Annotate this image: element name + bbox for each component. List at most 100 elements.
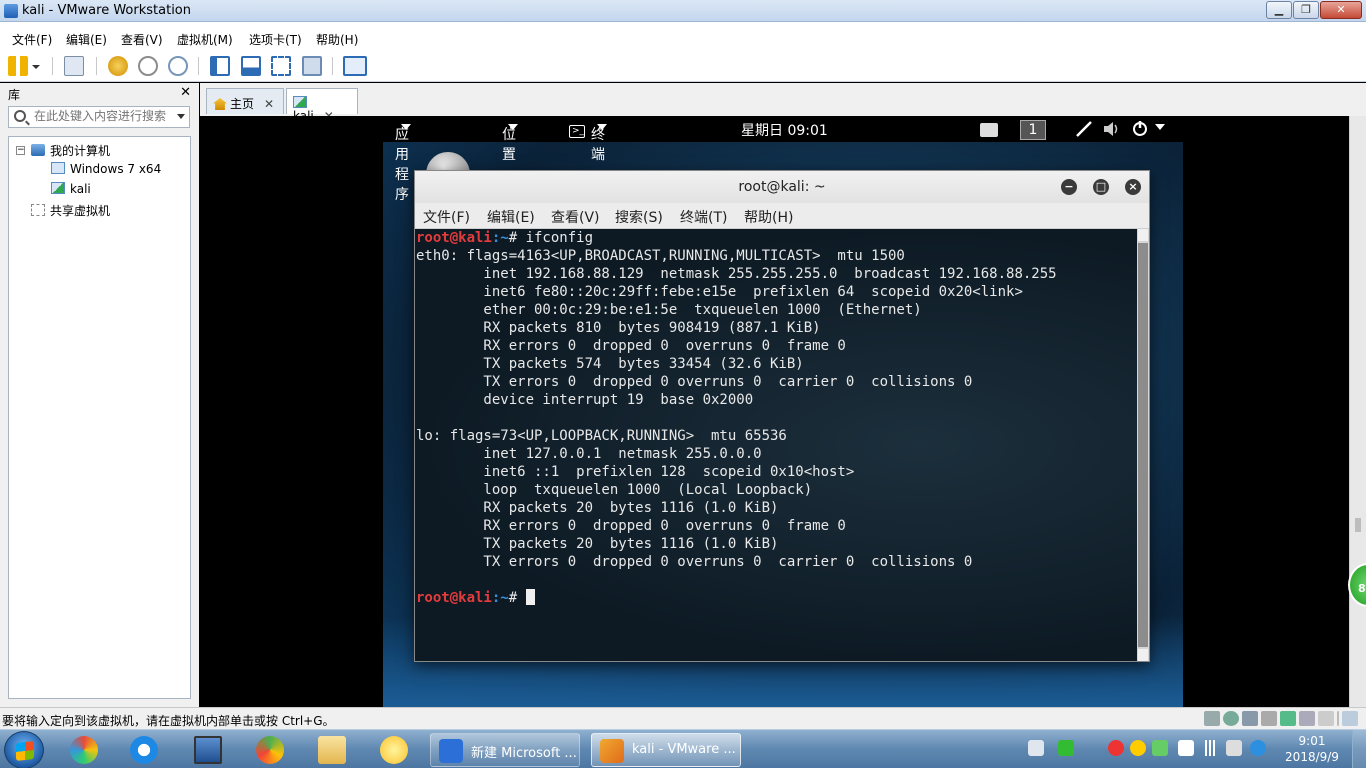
maximize-button[interactable]: ❐ bbox=[1293, 1, 1319, 19]
pause-icon[interactable] bbox=[8, 56, 28, 76]
search-dropdown-icon[interactable] bbox=[177, 114, 185, 119]
printer-icon[interactable] bbox=[1261, 711, 1277, 726]
terminal-close-icon[interactable]: × bbox=[1125, 179, 1141, 195]
tray-plus-icon[interactable] bbox=[1130, 740, 1146, 756]
video-camera-icon[interactable] bbox=[980, 123, 998, 137]
library-search[interactable] bbox=[8, 106, 190, 128]
taskbar-clock[interactable]: 9:01 2018/9/9 bbox=[1282, 733, 1342, 765]
fullscreen-icon[interactable] bbox=[271, 56, 291, 76]
pinned-music[interactable] bbox=[368, 733, 420, 767]
terminal-menu-search[interactable]: 搜索(S) bbox=[615, 207, 663, 227]
security-icon[interactable] bbox=[1058, 740, 1074, 756]
tab-kali[interactable]: kali✕ bbox=[286, 88, 358, 123]
minimize-button[interactable]: ▁ bbox=[1266, 1, 1292, 19]
terminal-titlebar[interactable]: root@kali: ~ bbox=[415, 171, 1149, 203]
sound-icon[interactable] bbox=[1280, 711, 1296, 726]
task-vmware[interactable]: kali - VMware ... bbox=[591, 733, 741, 767]
command-text: ifconfig bbox=[525, 230, 594, 246]
vm-view-scrollbar[interactable] bbox=[1349, 116, 1366, 707]
hdd-icon[interactable] bbox=[1204, 711, 1220, 726]
terminal-menu-view[interactable]: 查看(V) bbox=[551, 207, 600, 227]
wps-icon bbox=[439, 739, 463, 763]
chevron-down-icon[interactable] bbox=[30, 56, 42, 76]
network-wired-icon[interactable] bbox=[1075, 121, 1093, 141]
unity-icon[interactable] bbox=[302, 56, 322, 76]
view-mode-icon[interactable] bbox=[343, 56, 367, 76]
usb-icon[interactable] bbox=[1299, 711, 1315, 726]
terminal-menu-file[interactable]: 文件(F) bbox=[423, 207, 470, 227]
pinned-explorer[interactable] bbox=[306, 733, 358, 767]
gnome-applications-menu[interactable]: 应用程序 bbox=[395, 120, 411, 203]
pinned-360-browser[interactable] bbox=[244, 733, 296, 767]
volume-muted-icon[interactable] bbox=[1226, 740, 1242, 756]
network-adapter-icon[interactable] bbox=[1242, 711, 1258, 726]
terminal-minimize-icon[interactable]: − bbox=[1061, 179, 1077, 195]
vm-icon bbox=[293, 96, 307, 108]
display-icon[interactable] bbox=[1318, 711, 1334, 726]
menu-help[interactable]: 帮助(H) bbox=[316, 31, 358, 48]
terminal-maximize-icon[interactable]: □ bbox=[1093, 179, 1109, 195]
tree-expander[interactable]: − bbox=[16, 146, 25, 155]
gnome-top-bar: 应用程序 位置 >_ 终端 星期日 09:01 1 bbox=[383, 116, 1183, 203]
scroll-down-icon[interactable] bbox=[1138, 649, 1148, 661]
terminal-menu-bar: 文件(F) 编辑(E) 查看(V) 搜索(S) 终端(T) 帮助(H) bbox=[415, 203, 1149, 229]
tree-shared-vms[interactable]: 共享虚拟机 bbox=[31, 202, 110, 219]
bluetooth-icon[interactable] bbox=[1250, 740, 1266, 756]
library-title: 库 bbox=[8, 88, 21, 102]
task-wps[interactable]: 新建 Microsoft ... bbox=[430, 733, 580, 767]
terminal-scrollbar[interactable] bbox=[1137, 229, 1149, 661]
system-tray bbox=[1022, 732, 1322, 766]
folder-icon bbox=[318, 736, 346, 764]
vmware-icon bbox=[600, 739, 624, 763]
tray-app-icon[interactable] bbox=[1108, 740, 1124, 756]
tree-my-computer[interactable]: 我的计算机 bbox=[31, 142, 110, 159]
message-log-icon[interactable] bbox=[1342, 711, 1358, 726]
tray-app-icon[interactable] bbox=[1152, 740, 1168, 756]
scroll-up-icon[interactable] bbox=[1138, 229, 1148, 241]
tray-device-icon[interactable] bbox=[1178, 740, 1194, 756]
menu-file[interactable]: 文件(F) bbox=[12, 31, 52, 48]
terminal-window[interactable]: root@kali: ~ − □ × 文件(F) 编辑(E) 查看(V) 搜索(… bbox=[414, 170, 1150, 662]
pinned-app-1[interactable] bbox=[58, 733, 110, 767]
terminal-menu-edit[interactable]: 编辑(E) bbox=[487, 207, 535, 227]
menu-view[interactable]: 查看(V) bbox=[121, 31, 163, 48]
keyboard-icon[interactable] bbox=[1028, 740, 1044, 756]
terminal-menu-terminal[interactable]: 终端(T) bbox=[680, 207, 727, 227]
windows-logo-icon bbox=[16, 741, 34, 761]
tree-item-kali[interactable]: kali bbox=[51, 182, 91, 196]
pinned-ie[interactable] bbox=[118, 733, 170, 767]
show-desktop-button[interactable] bbox=[1352, 730, 1366, 768]
console-view-icon[interactable] bbox=[241, 56, 261, 76]
system-menu-caret-icon[interactable] bbox=[1155, 120, 1165, 136]
terminal-menu-help[interactable]: 帮助(H) bbox=[744, 207, 793, 227]
volume-icon[interactable] bbox=[1103, 121, 1121, 141]
start-button[interactable] bbox=[4, 731, 44, 768]
workspace-indicator[interactable]: 1 bbox=[1020, 120, 1046, 140]
tab-home[interactable]: 主页 ✕ bbox=[206, 88, 284, 114]
snapshot-manager-icon[interactable] bbox=[168, 56, 188, 76]
menu-edit[interactable]: 编辑(E) bbox=[66, 31, 107, 48]
library-close-icon[interactable]: ✕ bbox=[180, 85, 191, 100]
power-icon[interactable] bbox=[1132, 120, 1148, 140]
pinned-remote-desktop[interactable] bbox=[182, 733, 234, 767]
scrollbar-thumb[interactable] bbox=[1355, 518, 1361, 532]
tab-close-icon[interactable]: ✕ bbox=[264, 97, 274, 111]
menu-vm[interactable]: 虚拟机(M) bbox=[177, 31, 233, 48]
gnome-terminal-menu[interactable]: >_ 终端 bbox=[569, 120, 607, 163]
cdrom-icon[interactable] bbox=[1223, 711, 1239, 726]
library-search-input[interactable] bbox=[34, 109, 174, 123]
menu-tabs[interactable]: 选项卡(T) bbox=[249, 31, 302, 48]
snapshot-icon[interactable] bbox=[108, 56, 128, 76]
scrollbar-thumb[interactable] bbox=[1138, 243, 1148, 647]
network-icon[interactable] bbox=[64, 56, 84, 76]
gnome-clock[interactable]: 星期日 09:01 bbox=[741, 120, 828, 140]
tree-item-windows7[interactable]: Windows 7 x64 bbox=[51, 162, 161, 176]
signal-icon[interactable] bbox=[1202, 740, 1218, 756]
revert-snapshot-icon[interactable] bbox=[138, 56, 158, 76]
gnome-places-menu[interactable]: 位置 bbox=[502, 120, 518, 163]
sidebar-toggle-icon[interactable] bbox=[210, 56, 230, 76]
terminal-title: root@kali: ~ bbox=[738, 179, 826, 195]
library-panel: 库 ✕ − 我的计算机 Windows 7 x64 kali 共享虚拟机 bbox=[0, 83, 199, 707]
terminal-output[interactable]: root@kali:~# ifconfig eth0: flags=4163<U… bbox=[415, 229, 1137, 661]
close-button[interactable]: ✕ bbox=[1320, 1, 1362, 19]
